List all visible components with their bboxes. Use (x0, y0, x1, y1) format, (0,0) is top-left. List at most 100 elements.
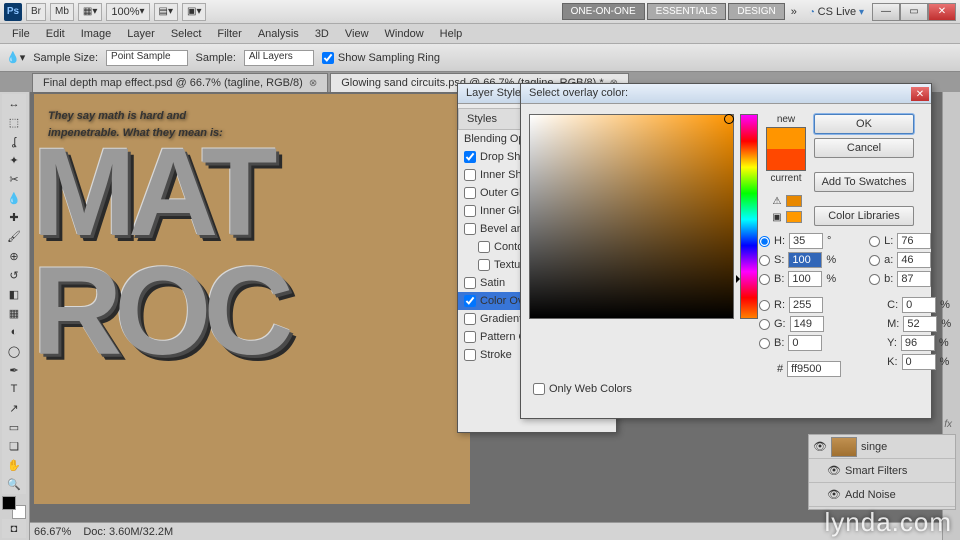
cmyk-c-input[interactable]: C:% (869, 297, 951, 313)
show-sampling-ring-checkbox[interactable]: Show Sampling Ring (322, 52, 440, 64)
arrange-icon[interactable]: ▤▾ (154, 3, 178, 21)
doc-tab-1[interactable]: Final depth map effect.psd @ 66.7% (tagl… (32, 73, 328, 92)
view-grid-icon[interactable]: ▦▾ (78, 3, 102, 21)
pen-tool-icon[interactable]: ✒ (2, 361, 26, 380)
ok-button[interactable]: OK (814, 114, 914, 134)
wand-tool-icon[interactable]: ✦ (2, 151, 26, 170)
green-input[interactable]: G: (759, 316, 841, 332)
filter-add-noise-row[interactable]: 👁 Add Noise (809, 483, 955, 507)
eyedropper-tool-icon[interactable]: 💧 (2, 189, 26, 208)
smart-filters-row[interactable]: 👁 Smart Filters (809, 459, 955, 483)
lab-b-input[interactable]: b: (869, 271, 951, 287)
menu-edit[interactable]: Edit (38, 26, 73, 42)
zoom-readout[interactable]: 66.67% (34, 526, 71, 538)
color-cursor-icon (724, 114, 734, 124)
layer-thumbnail[interactable] (831, 437, 857, 457)
history-brush-icon[interactable]: ↺ (2, 266, 26, 285)
menu-view[interactable]: View (337, 26, 377, 42)
gamut-warning-icon[interactable]: ⚠ (770, 194, 784, 208)
current-label: current (770, 173, 801, 184)
color-libraries-button[interactable]: Color Libraries (814, 206, 914, 226)
workspace-essentials[interactable]: ESSENTIALS (647, 3, 727, 20)
new-color-swatch[interactable] (767, 128, 805, 149)
3d-tool-icon[interactable]: ❏ (2, 437, 26, 456)
menu-file[interactable]: File (4, 26, 38, 42)
new-current-swatches (766, 127, 806, 171)
crop-tool-icon[interactable]: ✂ (2, 170, 26, 189)
photoshop-app: Ps Br Mb ▦▾ 100% ▾ ▤▾ ▣▾ ONE-ON-ONE ESSE… (0, 0, 960, 540)
hand-tool-icon[interactable]: ✋ (2, 456, 26, 475)
zoom-display[interactable]: 100% ▾ (106, 3, 149, 21)
brush-tool-icon[interactable]: 🖌 (2, 227, 26, 246)
eraser-tool-icon[interactable]: ◧ (2, 285, 26, 304)
cmyk-k-input[interactable]: K:% (869, 354, 951, 370)
menu-layer[interactable]: Layer (119, 26, 163, 42)
menu-3d[interactable]: 3D (307, 26, 337, 42)
websafe-swatch[interactable] (786, 211, 802, 223)
visibility-icon[interactable]: 👁 (827, 488, 841, 502)
close-button[interactable]: ✕ (928, 3, 956, 21)
layer-name[interactable]: singe (861, 441, 887, 453)
titlebar: Ps Br Mb ▦▾ 100% ▾ ▤▾ ▣▾ ONE-ON-ONE ESSE… (0, 0, 960, 24)
sat-input[interactable]: S:% (759, 252, 841, 268)
sample-size-dropdown[interactable]: Point Sample (106, 50, 187, 66)
bri-input[interactable]: B:% (759, 271, 841, 287)
menu-window[interactable]: Window (377, 26, 432, 42)
lab-a-input[interactable]: a: (869, 252, 951, 268)
menu-help[interactable]: Help (432, 26, 471, 42)
current-color-swatch[interactable] (767, 149, 805, 170)
workspace-design[interactable]: DESIGN (728, 3, 784, 20)
screen-mode-icon[interactable]: ▣▾ (182, 3, 206, 21)
layer-row[interactable]: 👁 singe (809, 435, 955, 459)
visibility-icon[interactable]: 👁 (827, 464, 841, 478)
menu-select[interactable]: Select (163, 26, 210, 42)
workspace-more-icon[interactable]: » (787, 6, 801, 18)
hue-slider[interactable] (740, 114, 758, 319)
cmyk-m-input[interactable]: M:% (869, 316, 951, 332)
menu-analysis[interactable]: Analysis (250, 26, 307, 42)
cmyk-y-input[interactable]: Y:% (869, 335, 951, 351)
visibility-icon[interactable]: 👁 (813, 440, 827, 454)
marquee-tool-icon[interactable]: ⬚ (2, 113, 26, 132)
shape-tool-icon[interactable]: ▭ (2, 418, 26, 437)
add-to-swatches-button[interactable]: Add To Swatches (814, 172, 914, 192)
blue-input[interactable]: B: (759, 335, 841, 351)
blur-tool-icon[interactable]: ◐ (2, 323, 26, 342)
eyedropper-tool-icon: 💧▾ (6, 51, 25, 64)
path-tool-icon[interactable]: ↗ (2, 399, 26, 418)
menu-image[interactable]: Image (73, 26, 120, 42)
lab-l-input[interactable]: L: (869, 233, 951, 249)
menu-filter[interactable]: Filter (209, 26, 249, 42)
red-input[interactable]: R: (759, 297, 841, 313)
color-field[interactable] (529, 114, 734, 319)
gamut-swatch[interactable] (786, 195, 802, 207)
minimize-button[interactable]: ― (872, 3, 900, 21)
quickmask-icon[interactable]: ◘ (2, 519, 26, 538)
foreground-background-colors[interactable] (2, 496, 26, 519)
close-tab-icon[interactable]: ⊗ (309, 78, 317, 89)
sample-layers-dropdown[interactable]: All Layers (244, 50, 314, 66)
hue-input[interactable]: H:° (759, 233, 841, 249)
workspace-one-on-one[interactable]: ONE-ON-ONE (562, 3, 645, 20)
toolbox: ↔ ⬚ ʆ ✦ ✂ 💧 ✚ 🖌 ⊕ ↺ ◧ ▦ ◐ ◯ ✒ T ↗ ▭ ❏ ✋ … (0, 92, 30, 540)
gradient-tool-icon[interactable]: ▦ (2, 304, 26, 323)
doc-size-readout: Doc: 3.60M/32.2M (83, 526, 173, 538)
minibridge-icon[interactable]: Mb (50, 3, 74, 21)
close-button[interactable]: ✕ (911, 87, 929, 101)
cancel-button[interactable]: Cancel (814, 138, 914, 158)
document-canvas[interactable]: They say math is hard and impenetrable. … (34, 94, 470, 504)
zoom-tool-icon[interactable]: 🔍 (2, 475, 26, 494)
websafe-warning-icon[interactable]: ▣ (770, 210, 784, 224)
only-web-colors-checkbox[interactable]: Only Web Colors (521, 377, 931, 401)
move-tool-icon[interactable]: ↔ (2, 94, 26, 113)
dodge-tool-icon[interactable]: ◯ (2, 342, 26, 361)
cs-live-button[interactable]: ◔ CS Live ▾ (803, 6, 870, 18)
healing-tool-icon[interactable]: ✚ (2, 208, 26, 227)
stamp-tool-icon[interactable]: ⊕ (2, 247, 26, 266)
hex-input[interactable]: # (759, 361, 841, 377)
type-tool-icon[interactable]: T (2, 380, 26, 399)
bridge-icon[interactable]: Br (26, 3, 46, 21)
dialog-title[interactable]: Select overlay color: ✕ (521, 84, 931, 104)
maximize-button[interactable]: ▭ (900, 3, 928, 21)
lasso-tool-icon[interactable]: ʆ (2, 132, 26, 151)
